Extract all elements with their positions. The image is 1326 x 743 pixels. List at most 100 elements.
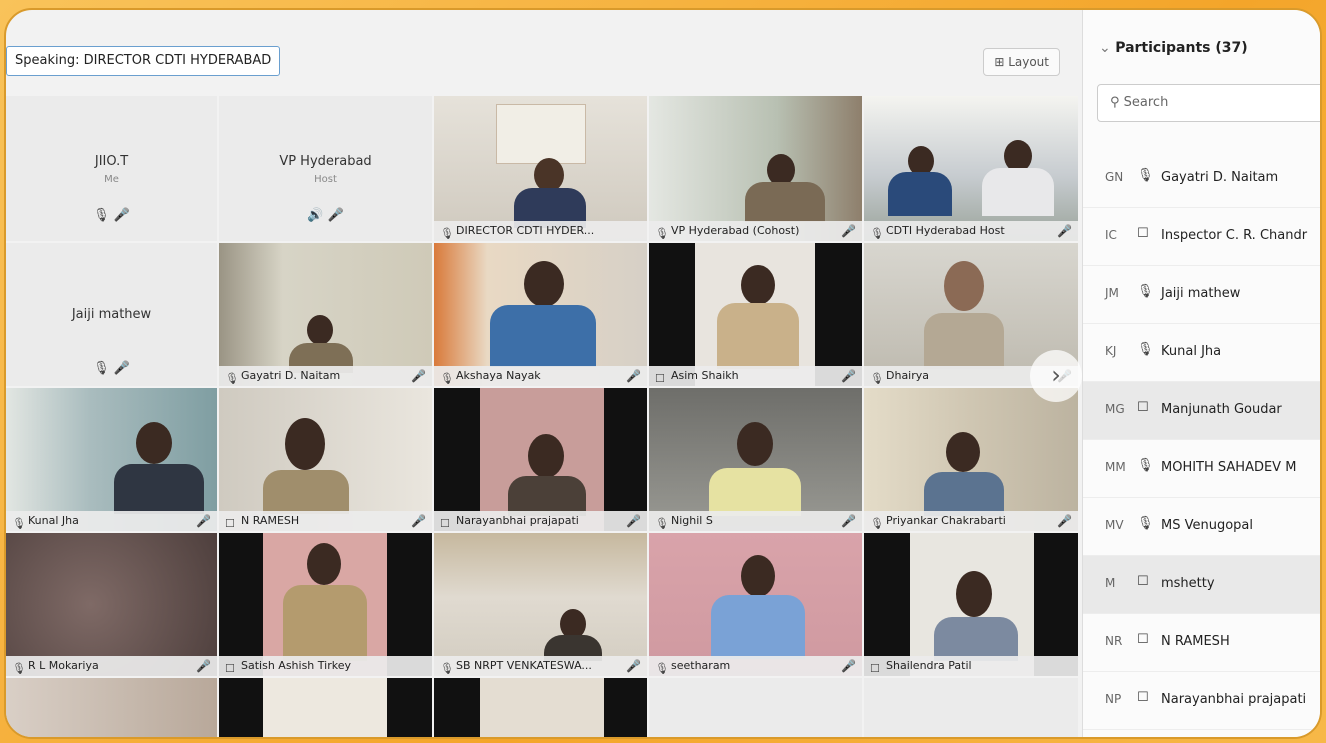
meeting-window: Speaking: DIRECTOR CDTI HYDERABAD ⊞ Layo… <box>4 8 1322 739</box>
participant-item[interactable]: IC ☐ Inspector C. R. Chandr <box>1083 208 1320 266</box>
participants-panel: ⌄ Participants (37) ⚲ Search GN 🎙 Gayatr… <box>1082 10 1320 737</box>
tile-partial-5[interactable] <box>864 678 1078 737</box>
participant-item[interactable]: NR ☐ N RAMESH <box>1083 614 1320 672</box>
tile-partial-2[interactable] <box>219 678 432 737</box>
participant-name: Gayatri D. Naitam <box>1161 170 1279 185</box>
tile-gayatri[interactable]: 🎙 Gayatri D. Naitam 🎤 <box>219 243 432 386</box>
mute-icon: 🎤 <box>841 369 856 383</box>
avatar-initials: JM <box>1105 286 1119 300</box>
participant-body <box>263 470 349 514</box>
participant-head <box>285 418 325 470</box>
chevron-down-icon[interactable]: ⌄ <box>1099 40 1115 56</box>
avatar-initials: MG <box>1105 402 1125 416</box>
mic-icon: 🎙 <box>870 517 884 530</box>
mute-icon: 🎤 <box>411 514 426 528</box>
tile-priyankar[interactable]: 🎙 Priyankar Chakrabarti 🎤 <box>864 388 1078 531</box>
mute-icon: 🎤 <box>327 208 344 223</box>
mic-icon: 🎙 <box>93 208 110 223</box>
avatar-initials: MM <box>1105 460 1126 474</box>
avatar-initials: IC <box>1105 228 1117 242</box>
phone-icon: ☐ <box>1137 632 1149 647</box>
participant-item[interactable]: KJ 🎙 Kunal Jha <box>1083 324 1320 382</box>
grid-icon: ⊞ <box>994 55 1009 69</box>
phone-icon: ☐ <box>870 662 880 675</box>
tile-nighil[interactable]: 🎙 Nighil S 🎤 <box>649 388 862 531</box>
phone-icon: ☐ <box>1137 226 1149 241</box>
tile-satish[interactable]: ☐ Satish Ashish Tirkey <box>219 533 432 676</box>
mic-icon: 🎙 <box>1137 458 1154 473</box>
mic-icon: 🎙 <box>93 361 110 376</box>
participant-item[interactable]: GN 🎙 Gayatri D. Naitam <box>1083 150 1320 208</box>
participant-item[interactable]: MM 🎙 MOHITH SAHADEV M <box>1083 440 1320 498</box>
mic-icon: 🎙 <box>870 372 884 385</box>
participant-body <box>934 617 1018 661</box>
mute-icon: 🎤 <box>626 514 641 528</box>
participant-body <box>508 476 586 516</box>
mic-icon: 🎙 <box>655 227 669 240</box>
mute-icon: 🎤 <box>113 208 130 223</box>
mute-icon: 🎤 <box>626 369 641 383</box>
mute-icon: 🎤 <box>113 361 130 376</box>
participant-item[interactable]: NP ☐ Narayanbhai prajapati <box>1083 672 1320 730</box>
participant-name: MOHITH SAHADEV M <box>1161 460 1297 475</box>
next-page-button[interactable]: › <box>1030 350 1082 402</box>
mic-icon: 🎙 <box>1137 342 1154 357</box>
tile-sb-nrpt[interactable]: 🎙 SB NRPT VENKATESWA... 🎤 <box>434 533 647 676</box>
tile-kunal[interactable]: 🎙 Kunal Jha 🎤 <box>6 388 217 531</box>
mute-icon: 🎤 <box>196 659 211 673</box>
mute-icon: 🎤 <box>1057 514 1072 528</box>
tile-akshaya[interactable]: 🎙 Akshaya Nayak 🎤 <box>434 243 647 386</box>
participant-body <box>283 585 367 661</box>
tile-narayanbhai[interactable]: ☐ Narayanbhai prajapati 🎤 <box>434 388 647 531</box>
mic-icon: 🎙 <box>12 517 26 530</box>
participant-head <box>307 543 341 585</box>
avatar-initials: GN <box>1105 170 1124 184</box>
participant-name: Narayanbhai prajapati <box>1161 692 1307 707</box>
tile-jio[interactable]: JIIO.T Me 🎙 🎤 <box>6 96 217 241</box>
participant-body <box>490 305 596 367</box>
participant-head <box>524 261 564 307</box>
wall-frame <box>496 104 586 164</box>
search-icon: ⚲ <box>1110 95 1124 110</box>
decorative-frame: Speaking: DIRECTOR CDTI HYDERABAD ⊞ Layo… <box>0 0 1326 743</box>
participant-head <box>944 261 984 311</box>
tile-seetharam[interactable]: 🎙 seetharam 🎤 <box>649 533 862 676</box>
phone-icon: ☐ <box>1137 574 1149 589</box>
tile-n-ramesh[interactable]: ☐ N RAMESH 🎤 <box>219 388 432 531</box>
participant-name: Kunal Jha <box>1161 344 1222 359</box>
tile-cdti-hyderabad-host[interactable]: 🎙 CDTI Hyderabad Host 🎤 <box>864 96 1078 241</box>
phone-icon: ☐ <box>655 372 665 385</box>
participant-item[interactable]: JM 🎙 Jaiji mathew <box>1083 266 1320 324</box>
tile-partial-1[interactable] <box>6 678 217 737</box>
tile-shailendra[interactable]: ☐ Shailendra Patil <box>864 533 1078 676</box>
participant-name: Inspector C. R. Chandr <box>1161 228 1308 243</box>
tile-rl-mokariya[interactable]: 🎙 R L Mokariya 🎤 <box>6 533 217 676</box>
mic-icon: 🎙 <box>1137 168 1154 183</box>
participant-head <box>534 158 564 192</box>
tile-partial-3[interactable] <box>434 678 647 737</box>
tile-vp-hyderabad[interactable]: VP Hyderabad Host 🔊 🎤 <box>219 96 432 241</box>
participant-item[interactable]: MG ☐ Manjunath Goudar <box>1083 382 1320 440</box>
participant-head <box>946 432 980 472</box>
participant-head <box>528 434 564 478</box>
tile-asim[interactable]: ☐ Asim Shaikh 🎤 <box>649 243 862 386</box>
participant-search-input[interactable]: ⚲ Search <box>1097 84 1320 122</box>
avatar-initials: NR <box>1105 634 1123 648</box>
tile-vp-hyderabad-video[interactable]: 🎙 VP Hyderabad (Cohost) 🎤 <box>649 96 862 241</box>
mic-icon: 🎙 <box>655 517 669 530</box>
mic-icon: 🎙 <box>870 227 884 240</box>
mic-icon: 🎙 <box>225 372 239 385</box>
participant-item[interactable]: MV 🎙 MS Venugopal <box>1083 498 1320 556</box>
participant-body <box>982 168 1054 216</box>
top-bar: Speaking: DIRECTOR CDTI HYDERABAD ⊞ Layo… <box>6 40 1076 88</box>
phone-icon: ☐ <box>440 517 450 530</box>
participant-head <box>956 571 992 617</box>
participants-title: Participants (37) <box>1115 40 1248 56</box>
participant-body <box>711 595 805 659</box>
tile-jaiji-mathew[interactable]: Jaiji mathew 🎙 🎤 <box>6 243 217 386</box>
tile-director[interactable]: 🎙 DIRECTOR CDTI HYDER... <box>434 96 647 241</box>
layout-button[interactable]: ⊞ Layout <box>983 48 1060 76</box>
tile-partial-4[interactable] <box>649 678 862 737</box>
participant-item[interactable]: M ☐ mshetty <box>1083 556 1320 614</box>
participant-body <box>709 468 801 516</box>
